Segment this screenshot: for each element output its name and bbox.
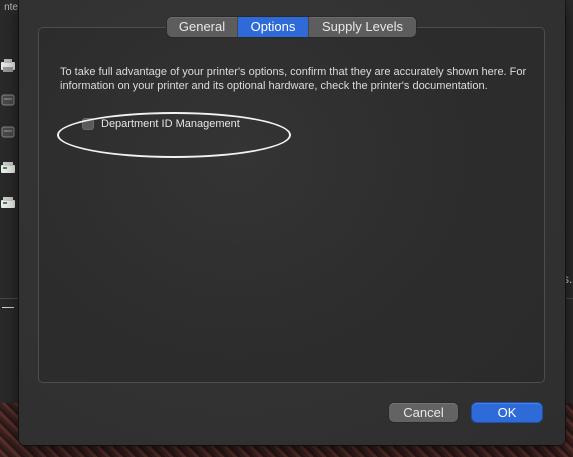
department-id-option[interactable]: Department ID Management bbox=[82, 116, 240, 132]
printer-icon bbox=[1, 59, 15, 72]
printer-icon bbox=[1, 197, 15, 208]
background-sidebar-label: nte bbox=[4, 2, 18, 13]
printer-icon bbox=[1, 126, 15, 138]
remove-printer-button[interactable] bbox=[2, 307, 14, 308]
cancel-button[interactable]: Cancel bbox=[389, 403, 458, 422]
background-sidebar: nte bbox=[0, 0, 20, 405]
divider bbox=[0, 298, 20, 299]
tab-bar: General Options Supply Levels bbox=[167, 17, 416, 37]
tab-options[interactable]: Options bbox=[238, 17, 308, 37]
printer-icon bbox=[1, 94, 15, 106]
department-id-checkbox[interactable] bbox=[82, 118, 94, 130]
options-description: To take full advantage of your printer's… bbox=[60, 66, 527, 92]
printer-options-sheet: General Options Supply Levels To take fu… bbox=[19, 0, 565, 445]
tab-general[interactable]: General bbox=[167, 17, 237, 37]
printer-icon bbox=[1, 162, 15, 173]
department-id-label[interactable]: Department ID Management bbox=[101, 118, 240, 130]
tab-supply-levels[interactable]: Supply Levels bbox=[309, 17, 416, 37]
ok-button[interactable]: OK bbox=[472, 403, 542, 422]
